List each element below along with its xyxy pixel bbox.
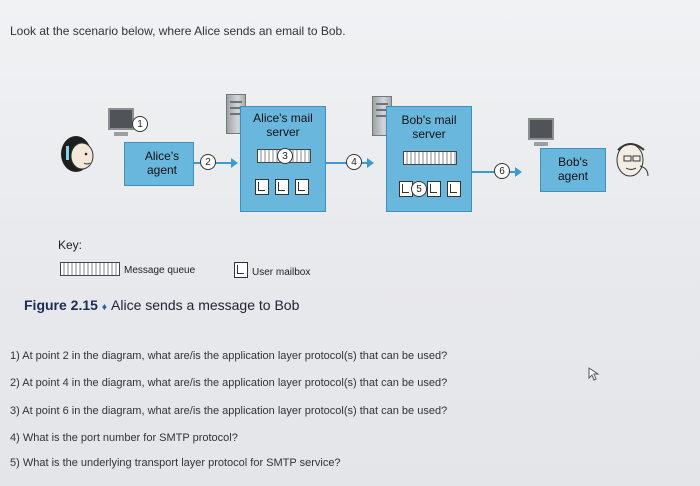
alice-mail-server-label: Alice's mail server: [253, 111, 313, 139]
alice-agent-box: Alice's agent: [124, 142, 194, 186]
bob-person-icon: [616, 143, 649, 177]
figure-number: Figure 2.15: [24, 297, 98, 313]
bob-agent-box: Bob's agent: [540, 148, 606, 192]
bob-agent-label: Bob's agent: [557, 155, 589, 183]
alice-person-icon: [61, 136, 94, 172]
figure-caption: Figure 2.15 ♦ Alice sends a message to Bob: [24, 297, 299, 313]
alice-mailbox-2-icon: [275, 179, 289, 195]
point-1-marker: 1: [132, 116, 148, 132]
alice-computer-icon: [108, 108, 134, 136]
bob-mailbox-2-icon: [427, 181, 441, 197]
point-3-marker: 3: [277, 148, 293, 164]
bob-mailbox-3-icon: [447, 181, 461, 197]
question-item: 4) What is the port number for SMTP prot…: [10, 432, 238, 444]
point-5-marker: 5: [411, 181, 427, 197]
question-item: 3) At point 6 in the diagram, what are/i…: [10, 405, 448, 417]
key-user-mailbox-icon: [234, 262, 248, 278]
alice-agent-label: Alice's agent: [144, 149, 180, 177]
question-item: 2) At point 4 in the diagram, what are/i…: [10, 377, 448, 389]
caption-text: Alice sends a message to Bob: [111, 297, 300, 313]
photo-of-textbook-page: Look at the scenario below, where Alice …: [0, 0, 700, 486]
point-4-marker: 4: [346, 154, 362, 170]
key-user-mailbox-label: User mailbox: [252, 267, 311, 278]
alice-mail-server-box: Alice's mail server 3: [240, 106, 326, 212]
bob-mail-server-box: Bob's mail server 5: [386, 106, 472, 212]
key-message-queue-label: Message queue: [124, 265, 196, 276]
question-item: 1) At point 2 in the diagram, what are/i…: [10, 350, 448, 362]
alice-mailbox-3-icon: [295, 179, 309, 195]
caption-separator: ♦: [101, 302, 108, 313]
bob-message-queue-icon: [403, 151, 457, 165]
bob-computer-icon: [528, 118, 554, 146]
bob-mail-server-label: Bob's mail server: [401, 113, 457, 141]
scenario-intro: Look at the scenario below, where Alice …: [10, 24, 346, 38]
question-item: 5) What is the underlying transport laye…: [10, 457, 341, 469]
key-title: Key:: [58, 238, 83, 252]
point-2-marker: 2: [200, 154, 216, 170]
point-6-marker: 6: [494, 163, 510, 179]
mouse-cursor-icon: [588, 367, 600, 381]
alice-mailbox-1-icon: [255, 179, 269, 195]
key-message-queue-icon: [60, 262, 120, 276]
email-flow-diagram: 1 Alice's agent 2 Alice's mail server 3 …: [0, 80, 700, 250]
